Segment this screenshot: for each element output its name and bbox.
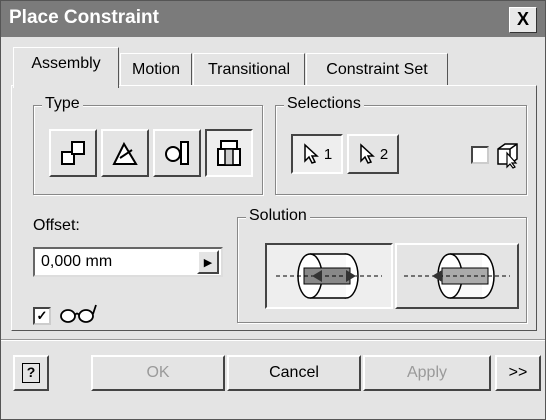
help-button[interactable]: ? <box>13 355 49 391</box>
offset-value: 0,000 mm <box>41 253 113 270</box>
second-selection-number: 2 <box>379 145 389 163</box>
tab-assembly[interactable]: Assembly <box>13 47 119 88</box>
insert-button[interactable] <box>205 129 253 177</box>
title-bar[interactable]: Place Constraint X <box>1 1 545 37</box>
cancel-button[interactable]: Cancel <box>227 355 361 391</box>
close-button[interactable]: X <box>509 7 537 33</box>
apply-button[interactable]: Apply <box>363 355 491 391</box>
arrow-cursor-icon <box>360 143 375 164</box>
first-selection-button[interactable]: 1 <box>291 134 343 174</box>
checkmark-icon: ✓ <box>36 308 48 323</box>
dialog-title: Place Constraint <box>9 7 159 28</box>
tangent-icon <box>165 141 189 165</box>
pick-part-first-icon <box>497 143 518 169</box>
angle-icon <box>112 141 138 165</box>
offset-label: Offset: <box>33 217 80 234</box>
angle-button[interactable] <box>101 129 149 177</box>
tangent-button[interactable] <box>153 129 201 177</box>
glasses-icon <box>60 304 97 323</box>
more-button[interactable]: >> <box>495 355 541 391</box>
opposed-solution-icon <box>276 253 382 299</box>
offset-arrow-button[interactable]: ▶ <box>197 250 219 274</box>
help-icon: ? <box>22 363 40 383</box>
selections-group-label: Selections <box>284 95 364 113</box>
mate-icon <box>61 141 85 165</box>
insert-icon <box>217 140 241 166</box>
offset-input[interactable]: 0,000 mm <box>33 247 223 277</box>
preview-checkbox[interactable]: ✓ <box>33 307 51 325</box>
opposed-solution-button[interactable] <box>265 243 393 309</box>
pick-part-first-checkbox[interactable] <box>471 146 489 164</box>
mate-button[interactable] <box>49 129 97 177</box>
first-selection-number: 1 <box>323 145 333 163</box>
aligned-solution-icon <box>404 253 510 299</box>
tab-transitional[interactable]: Transitional <box>193 53 305 86</box>
solution-group-label: Solution <box>246 207 310 225</box>
arrow-cursor-icon <box>304 143 319 164</box>
second-selection-button[interactable]: 2 <box>347 134 399 174</box>
right-arrow-icon: ▶ <box>203 256 213 269</box>
footer-separator <box>1 339 545 341</box>
tab-constraint-set[interactable]: Constraint Set <box>306 53 448 86</box>
aligned-solution-button[interactable] <box>395 243 519 309</box>
place-constraint-dialog: Place Constraint X Assembly Motion Trans… <box>0 0 546 420</box>
type-group-label: Type <box>42 95 83 113</box>
ok-button[interactable]: OK <box>91 355 225 391</box>
tab-motion[interactable]: Motion <box>120 53 192 86</box>
